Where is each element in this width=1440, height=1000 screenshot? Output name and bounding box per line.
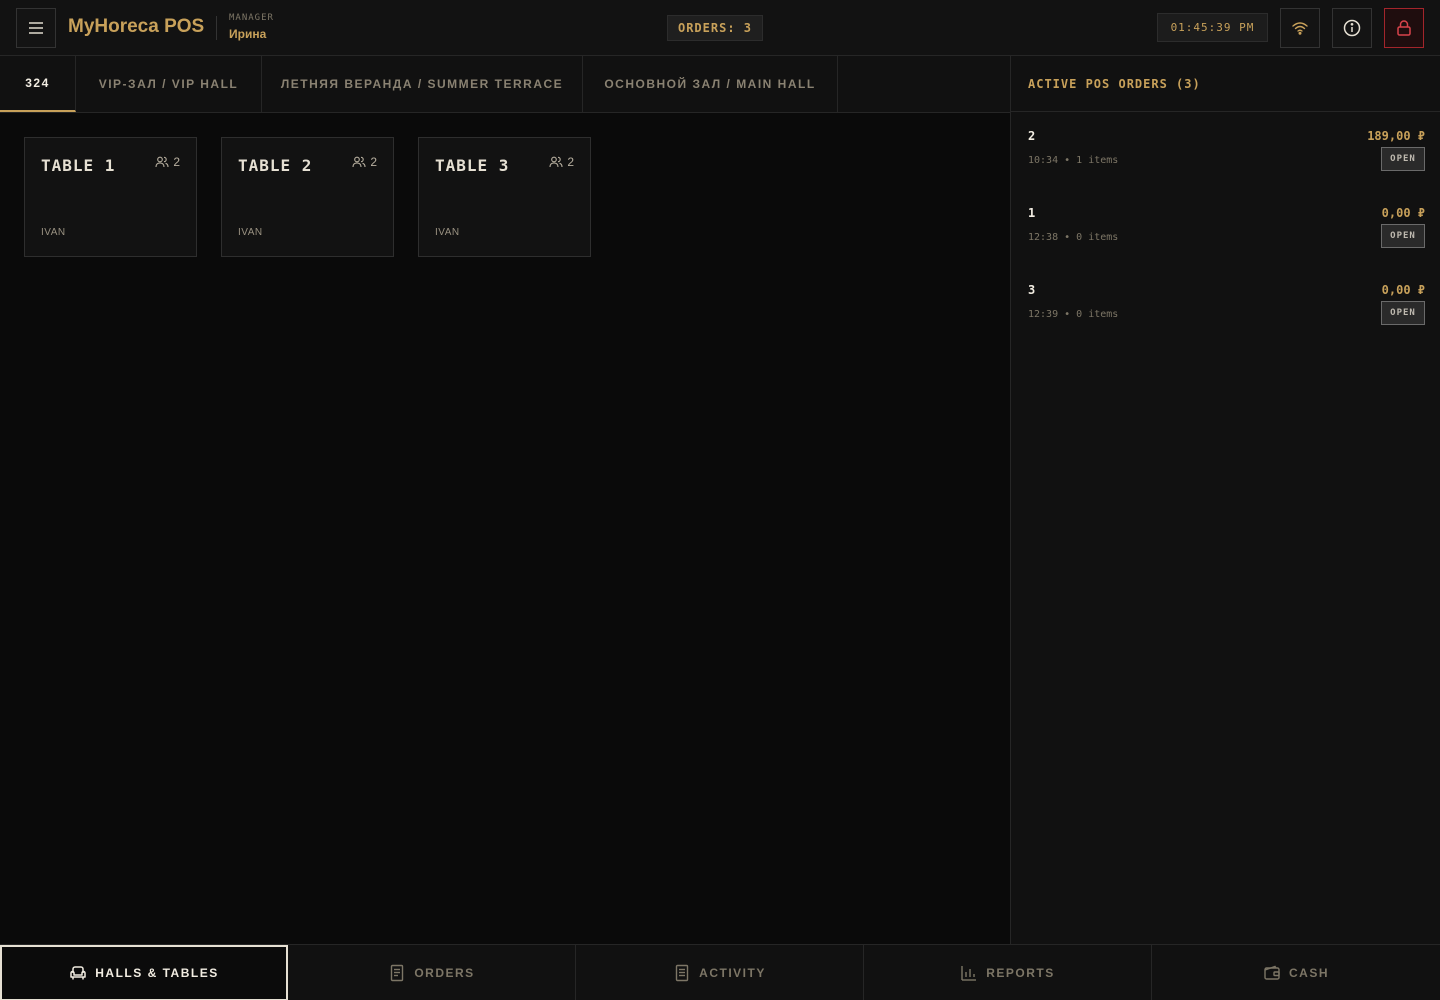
network-status-button[interactable] [1280,8,1320,48]
hall-tabs: 324 VIP-ЗАЛ / VIP HALL ЛЕТНЯЯ ВЕРАНДА / … [0,56,1010,113]
nav-label: ACTIVITY [699,966,766,980]
divider [216,16,217,40]
table-card[interactable]: TABLE 3 2 IVAN [418,137,591,257]
table-name: TABLE 1 [41,156,116,175]
order-row[interactable]: 1 0,00 ₽ 12:38 • 0 items OPEN [1028,206,1425,272]
user-name: Ирина [229,27,267,41]
nav-label: ORDERS [414,966,475,980]
users-icon [549,156,563,168]
order-meta: 12:38 • 0 items [1028,232,1119,243]
seat-count: 2 [567,155,574,169]
users-icon [352,156,366,168]
active-orders-panel: ACTIVE POS ORDERS (3) 2 189,00 ₽ 10:34 •… [1010,56,1440,944]
nav-orders[interactable]: ORDERS [288,945,576,1000]
nav-cash[interactable]: CASH [1152,945,1440,1000]
orders-count-badge[interactable]: ORDERS: 3 [667,15,763,41]
seat-count: 2 [173,155,180,169]
order-status-badge[interactable]: OPEN [1381,301,1425,325]
table-name: TABLE 3 [435,156,510,175]
table-name: TABLE 2 [238,156,313,175]
order-row[interactable]: 2 189,00 ₽ 10:34 • 1 items OPEN [1028,129,1425,195]
table-seats: 2 [155,155,180,169]
nav-reports[interactable]: REPORTS [864,945,1152,1000]
order-total: 0,00 ₽ [1381,206,1425,220]
top-bar: MyHoreca POS MANAGER Ирина ORDERS: 3 01:… [0,0,1440,56]
tab-main-hall[interactable]: ОСНОВНОЙ ЗАЛ / MAIN HALL [583,56,838,112]
lock-button[interactable] [1384,8,1424,48]
bottom-navigation: HALLS & TABLES ORDERS ACTIVITY REPORTS C… [0,944,1440,1000]
document-icon [675,964,689,982]
order-number: 2 [1028,129,1036,143]
order-number: 3 [1028,283,1036,297]
order-number: 1 [1028,206,1036,220]
order-status-badge[interactable]: OPEN [1381,147,1425,171]
app-title: MyHoreca POS [68,16,205,37]
tab-summer-terrace[interactable]: ЛЕТНЯЯ ВЕРАНДА / SUMMER TERRACE [262,56,583,112]
wallet-icon [1264,965,1280,980]
table-seats: 2 [352,155,377,169]
seat-count: 2 [370,155,377,169]
receipt-icon [391,964,404,982]
bar-chart-icon [961,966,977,981]
hamburger-icon [29,22,43,34]
table-waiter: IVAN [41,227,66,238]
info-button[interactable] [1332,8,1372,48]
table-seats: 2 [549,155,574,169]
user-role: MANAGER [229,13,274,23]
nav-label: CASH [1288,966,1329,980]
table-waiter: IVAN [238,227,263,238]
order-meta: 10:34 • 1 items [1028,155,1119,166]
tab-324[interactable]: 324 [0,56,76,112]
table-card[interactable]: TABLE 1 2 IVAN [24,137,197,257]
nav-activity[interactable]: ACTIVITY [576,945,864,1000]
nav-halls-tables[interactable]: HALLS & TABLES [0,945,288,1000]
order-status-badge[interactable]: OPEN [1381,224,1425,248]
order-total: 189,00 ₽ [1367,129,1425,143]
tab-vip-hall[interactable]: VIP-ЗАЛ / VIP HALL [76,56,262,112]
order-meta: 12:39 • 0 items [1028,309,1119,320]
menu-button[interactable] [16,8,56,48]
table-card[interactable]: TABLE 2 2 IVAN [221,137,394,257]
users-icon [155,156,169,168]
wifi-icon [1292,22,1308,35]
clock: 01:45:39 PM [1157,13,1268,42]
order-row[interactable]: 3 0,00 ₽ 12:39 • 0 items OPEN [1028,283,1425,349]
nav-label: REPORTS [986,966,1055,980]
info-icon [1343,19,1361,37]
order-total: 0,00 ₽ [1381,283,1425,297]
nav-label: HALLS & TABLES [95,966,219,980]
armchair-icon [70,966,87,980]
lock-icon [1397,20,1411,36]
panel-title: ACTIVE POS ORDERS (3) [1011,56,1440,112]
table-waiter: IVAN [435,227,460,238]
